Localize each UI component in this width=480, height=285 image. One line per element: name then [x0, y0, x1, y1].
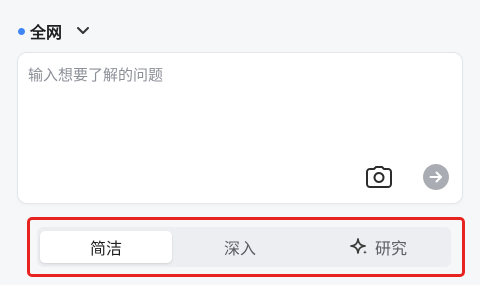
mode-label: 深入 — [223, 239, 256, 258]
camera-icon[interactable] — [365, 164, 393, 190]
mode-research[interactable]: 研究 — [308, 231, 448, 263]
mode-concise[interactable]: 简洁 — [40, 231, 172, 263]
scope-selector[interactable]: 全网 — [18, 18, 90, 44]
mode-label: 简洁 — [89, 239, 122, 258]
arrow-right-icon — [429, 171, 442, 183]
sparkle-icon — [349, 237, 369, 257]
query-input[interactable] — [28, 63, 448, 153]
chevron-down-icon[interactable] — [76, 26, 90, 36]
search-panel: 全网 简洁 深入 — [0, 0, 480, 285]
mode-label: 研究 — [374, 239, 407, 258]
status-dot-icon — [18, 27, 25, 35]
mode-selector: 简洁 深入 研究 — [37, 227, 451, 267]
mode-deep[interactable]: 深入 — [172, 231, 308, 263]
query-card — [17, 52, 463, 204]
scope-label: 全网 — [30, 23, 63, 42]
send-button[interactable] — [423, 164, 449, 190]
